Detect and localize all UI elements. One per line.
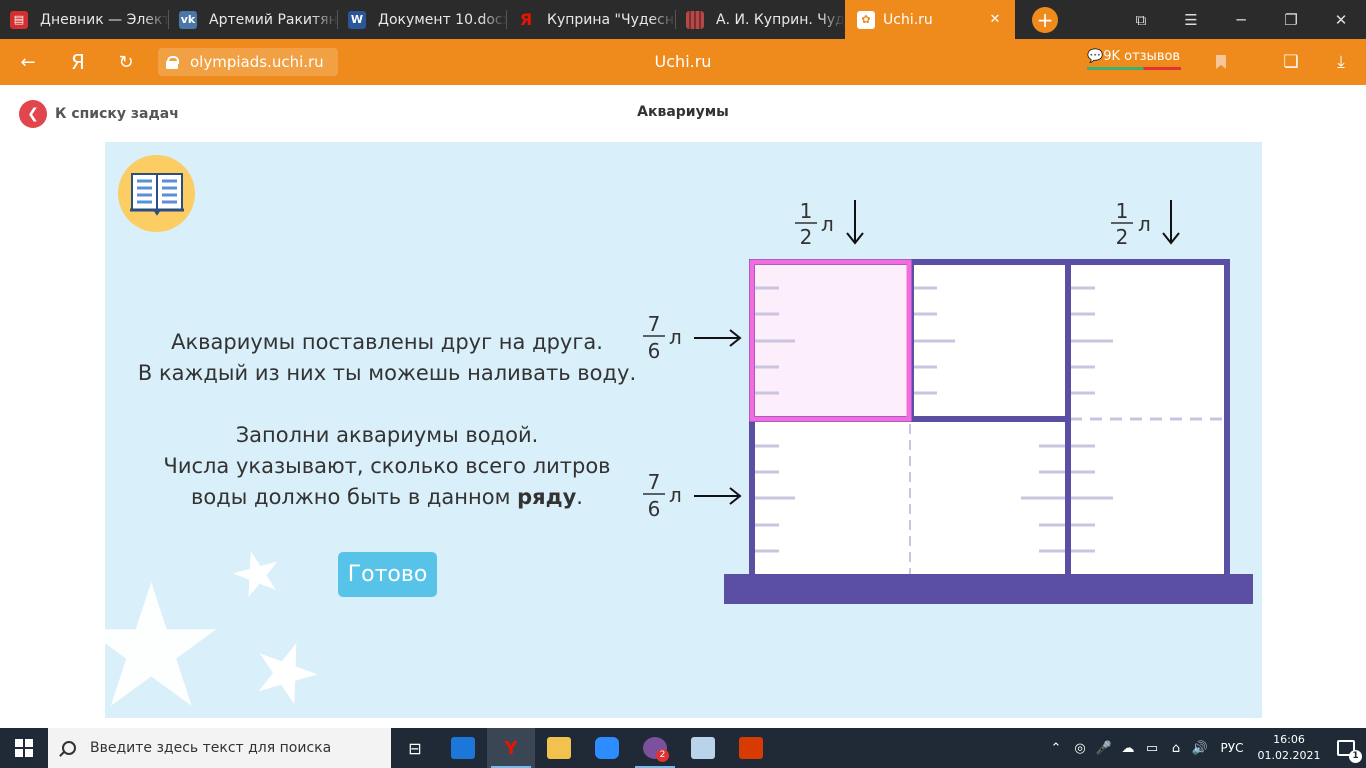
close-window-icon[interactable]: ✕ xyxy=(1316,0,1366,39)
restore-icon[interactable]: ❐ xyxy=(1266,0,1316,39)
task-view-icon[interactable]: ⊟ xyxy=(391,728,439,768)
aquarium-bottom-left[interactable] xyxy=(755,422,1065,572)
address-bar-actions: ❏ ⤓ xyxy=(1196,39,1366,85)
search-placeholder: Введите здесь текст для поиска xyxy=(90,740,332,756)
power-icon[interactable]: ▭ xyxy=(1140,741,1164,756)
mail-icon[interactable] xyxy=(439,728,487,768)
word-icon: W xyxy=(348,10,366,29)
reviews-count: 9K отзывов xyxy=(1103,49,1181,64)
window-controls: ⧉ ☰ ─ ❐ ✕ xyxy=(1116,0,1366,39)
aquarium-top-middle[interactable] xyxy=(913,265,1066,417)
url-text: olympiads.uchi.ru xyxy=(190,53,324,71)
side-label-row-2: 7 6 л xyxy=(643,470,742,521)
aquarium-diagram: 1 2 л 1 2 л 7 6 л 7 6 л xyxy=(643,199,1253,604)
fraction-denominator: 2 xyxy=(1116,225,1129,249)
search-icon xyxy=(62,741,76,755)
address-bar: ← Я ↻ olympiads.uchi.ru Uchi.ru 💬9K отзы… xyxy=(0,39,1366,85)
language-indicator[interactable]: РУС xyxy=(1212,741,1252,755)
viber-icon[interactable]: 2 xyxy=(631,728,679,768)
speech-bubble-icon: 💬 xyxy=(1087,49,1104,64)
notifications-button[interactable] xyxy=(1326,740,1366,763)
yandex-icon: Я xyxy=(519,10,533,29)
uchi-icon: ✿ xyxy=(857,10,875,29)
windows-taskbar: Введите здесь текст для поиска ⊟ Y 2 ⌃ ◎… xyxy=(0,728,1366,768)
download-icon[interactable]: ⤓ xyxy=(1316,39,1366,85)
aquarium-base xyxy=(724,574,1253,604)
browser-tab-strip: ▤ Дневник — Элект vk Артемий Ракитян W Д… xyxy=(0,0,1366,39)
tabs-overview-icon[interactable]: ⧉ xyxy=(1116,0,1166,39)
bookmark-button[interactable] xyxy=(1196,39,1246,85)
tab-kuprin[interactable]: А. И. Куприн. Чуд xyxy=(676,0,845,39)
fraction-numerator: 7 xyxy=(648,470,661,494)
system-tray: ⌃ ◎ 🎤 ☁ ▭ ⌂ 🔊 РУС 16:06 01.02.2021 xyxy=(1044,728,1366,768)
windows-logo-icon xyxy=(15,739,33,757)
zoom-icon[interactable] xyxy=(583,728,631,768)
tab-word-document[interactable]: W Документ 10.docx xyxy=(338,0,507,39)
taskbar-search[interactable]: Введите здесь текст для поиска xyxy=(48,728,391,768)
tab-yandex-search[interactable]: Я Куприна "Чудесн xyxy=(507,0,676,39)
top-label-1: 1 2 л xyxy=(795,199,864,249)
onedrive-icon[interactable]: ☁ xyxy=(1116,741,1140,756)
microphone-icon[interactable]: 🎤 xyxy=(1092,741,1116,756)
bookmark-icon xyxy=(1216,55,1226,69)
new-tab-button[interactable]: + xyxy=(1015,0,1075,39)
chevron-up-icon[interactable]: ⌃ xyxy=(1044,741,1068,756)
unit-label: л xyxy=(1138,212,1151,236)
file-explorer-icon[interactable] xyxy=(535,728,583,768)
office-icon[interactable] xyxy=(727,728,775,768)
side-label-row-1: 7 6 л xyxy=(643,312,742,363)
tab-uchi[interactable]: ✿ Uchi.ru ✕ xyxy=(845,0,1015,39)
books-icon xyxy=(686,10,704,29)
network-icon[interactable]: ⌂ xyxy=(1164,741,1188,756)
reviews-badge[interactable]: 💬9K отзывов xyxy=(1087,49,1181,70)
url-field[interactable]: olympiads.uchi.ru xyxy=(158,48,338,76)
lock-icon xyxy=(166,56,179,69)
fraction-denominator: 2 xyxy=(800,225,813,249)
clock-date: 01.02.2021 xyxy=(1257,749,1321,762)
tab-vk[interactable]: vk Артемий Ракитян xyxy=(169,0,338,39)
start-button[interactable] xyxy=(0,728,48,768)
notification-icon xyxy=(1337,740,1362,763)
task-card: ★ ★ ★ Аквариумы поставлены друг на друга… xyxy=(105,142,1262,718)
tab-diary[interactable]: ▤ Дневник — Элект xyxy=(0,0,169,39)
aquarium-bottom-right[interactable] xyxy=(1071,422,1224,572)
aquarium-top-right[interactable] xyxy=(1071,265,1224,417)
top-label-2: 1 2 л xyxy=(1111,199,1180,249)
fraction-numerator: 7 xyxy=(648,312,661,336)
reload-icon[interactable]: ↻ xyxy=(102,39,150,85)
webcam-icon[interactable]: ◎ xyxy=(1068,741,1092,756)
yandex-browser-icon[interactable]: Y xyxy=(487,728,535,768)
fraction-denominator: 6 xyxy=(648,339,661,363)
plus-icon: + xyxy=(1032,6,1058,33)
yandex-logo-icon[interactable]: Я xyxy=(54,39,102,85)
fraction-numerator: 1 xyxy=(800,199,813,223)
unit-label: л xyxy=(669,325,682,349)
collections-icon[interactable]: ❏ xyxy=(1266,39,1316,85)
unit-label: л xyxy=(821,212,834,236)
image-viewer-icon[interactable] xyxy=(679,728,727,768)
unit-label: л xyxy=(669,483,682,507)
minimize-icon[interactable]: ─ xyxy=(1216,0,1266,39)
menu-icon[interactable]: ☰ xyxy=(1166,0,1216,39)
fraction-denominator: 6 xyxy=(648,497,661,521)
close-tab-icon[interactable]: ✕ xyxy=(983,12,1007,27)
doc-icon: ▤ xyxy=(10,10,28,29)
vk-icon: vk xyxy=(179,10,197,29)
viber-badge: 2 xyxy=(656,749,669,762)
back-arrow-icon[interactable]: ← xyxy=(4,39,52,85)
clock-time: 16:06 xyxy=(1273,733,1305,746)
page-title: Аквариумы xyxy=(637,104,729,120)
clock[interactable]: 16:06 01.02.2021 xyxy=(1252,732,1326,764)
fraction-numerator: 1 xyxy=(1116,199,1129,223)
rating-bar xyxy=(1087,67,1181,70)
volume-icon[interactable]: 🔊 xyxy=(1188,741,1212,756)
